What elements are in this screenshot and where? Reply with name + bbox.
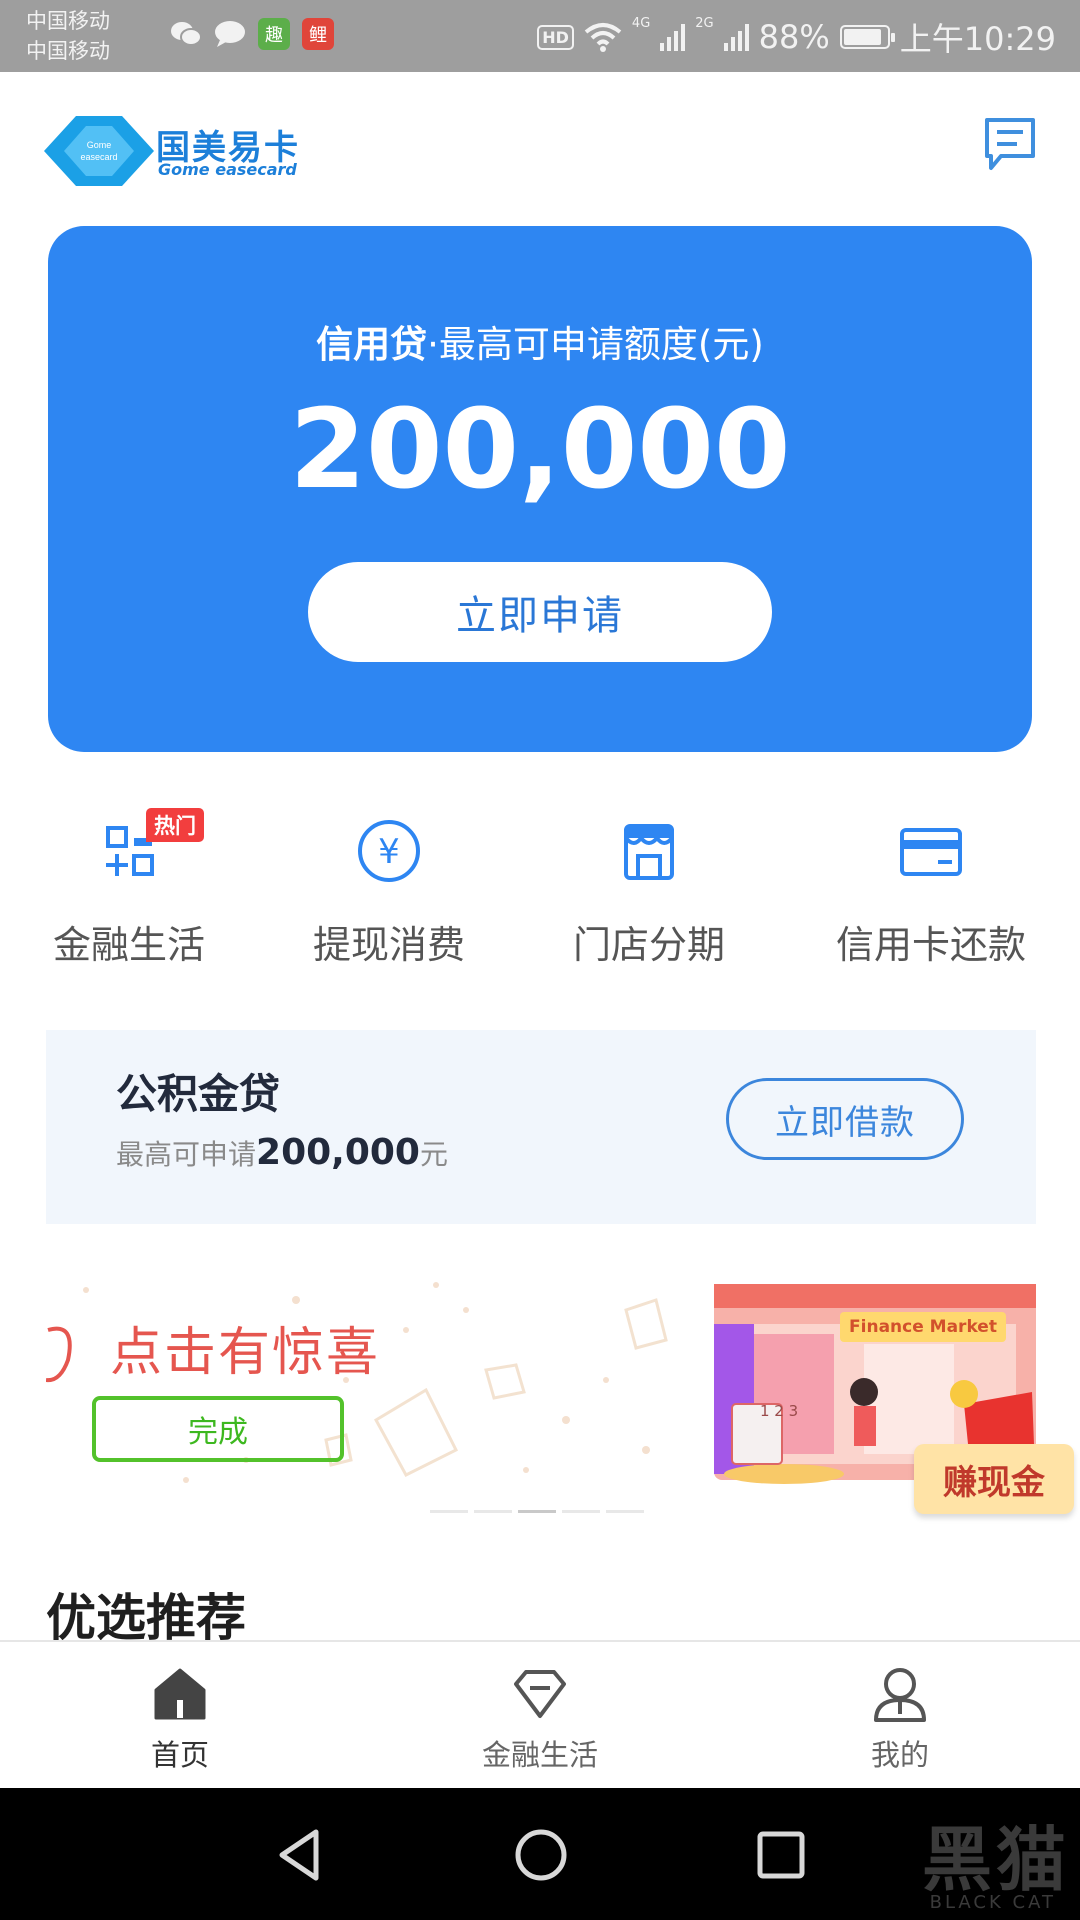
- fund-loan-limit-prefix: 最高可申请: [116, 1138, 257, 1171]
- home-icon: [150, 1664, 210, 1724]
- user-icon: [870, 1664, 930, 1724]
- fund-loan-limit-amount: 200,000: [256, 1132, 420, 1173]
- message-list-icon: [985, 118, 1035, 170]
- banner-dot: [474, 1510, 512, 1513]
- carrier-1: 中国移动: [26, 9, 110, 33]
- promo-banner[interactable]: 点击有惊喜 完成: [46, 1270, 686, 1500]
- banner-text: 点击有惊喜: [110, 1323, 381, 1383]
- wifi-icon: [584, 23, 622, 52]
- quick-menu-finance-life[interactable]: 热门 金融生活: [4, 808, 254, 969]
- recents-icon: [757, 1831, 805, 1879]
- credit-loan-card: 信用贷·最高可申请额度(元) 200,000 立即申请: [48, 226, 1032, 752]
- credit-loan-name: 信用贷: [316, 323, 428, 366]
- signal-icon-1: [660, 23, 686, 51]
- quick-menu-store-installment[interactable]: 门店分期: [524, 816, 774, 969]
- fund-loan-title: 公积金贷: [116, 1070, 280, 1118]
- banner-dot: [606, 1510, 644, 1513]
- battery-percent: 88%: [758, 18, 830, 56]
- watermark-logo: 黑猫: [922, 1819, 1070, 1901]
- tab-label: 金融生活: [481, 1738, 598, 1772]
- recents-button[interactable]: [746, 1820, 816, 1890]
- app-green-icon: 趣: [258, 18, 290, 50]
- status-right: HD 4G 2G 88% 上午10:29: [537, 14, 1056, 60]
- battery-icon: [839, 25, 895, 49]
- calculator-digits: 1 2 3: [760, 1402, 799, 1420]
- quick-menu-label: 金融生活: [52, 923, 205, 967]
- borrow-now-button[interactable]: 立即借款: [726, 1078, 964, 1160]
- banner-dot-active: [518, 1510, 556, 1513]
- banner-dot: [430, 1510, 468, 1513]
- notification-icons: 趣 鲤: [170, 18, 334, 50]
- svg-text:Gome: Gome: [87, 140, 112, 150]
- network-type-1: 4G: [631, 16, 651, 31]
- system-nav-bar: 黑猫 BLACK CAT: [0, 1788, 1080, 1920]
- diamond-icon: [510, 1664, 570, 1724]
- network-type-2: 2G: [695, 16, 714, 31]
- quick-menu-cash-withdrawal[interactable]: ¥ 提现消费: [264, 816, 514, 969]
- fund-loan-limit-unit: 元: [419, 1138, 448, 1171]
- logo-subtitle: Gome easecard: [158, 160, 297, 179]
- back-button[interactable]: [266, 1820, 336, 1890]
- credit-card-icon: [896, 816, 966, 886]
- banner-pagination: [430, 1510, 644, 1513]
- tab-label: 首页: [150, 1738, 209, 1772]
- quick-menu-label: 提现消费: [312, 923, 465, 967]
- grid-plus-icon: 热门: [94, 808, 204, 886]
- apply-now-button[interactable]: 立即申请: [308, 562, 772, 662]
- message-icon: [214, 18, 246, 50]
- hd-badge: HD: [537, 24, 574, 50]
- home-circle-icon: [515, 1829, 567, 1881]
- quick-menu-label: 信用卡还款: [835, 923, 1026, 967]
- logo-mark: Gome easecard: [44, 116, 154, 186]
- tab-home[interactable]: 首页: [80, 1664, 280, 1774]
- yuan-circle-icon: ¥: [354, 816, 424, 886]
- done-button[interactable]: 完成: [92, 1396, 344, 1462]
- battery-level: [843, 29, 881, 45]
- carrier-2: 中国移动: [26, 39, 110, 63]
- quick-menu-label: 门店分期: [572, 923, 725, 967]
- back-icon: [279, 1829, 319, 1881]
- banner-dot: [562, 1510, 600, 1513]
- watermark-subtitle: BLACK CAT: [929, 1892, 1056, 1913]
- message-list-button[interactable]: [983, 116, 1037, 172]
- banner-decoration: [46, 1282, 668, 1483]
- status-bar: 中国移动 中国移动 趣 鲤 HD 4G 2G 88% 上午10:29: [0, 0, 1080, 72]
- store-icon: [614, 816, 684, 886]
- svg-text:easecard: easecard: [80, 152, 117, 162]
- signal-icon-2: [723, 23, 749, 51]
- credit-loan-amount: 200,000: [289, 385, 791, 513]
- tab-finance-life[interactable]: 金融生活: [440, 1664, 640, 1774]
- home-button[interactable]: [506, 1820, 576, 1890]
- clock: 上午10:29: [899, 20, 1056, 58]
- bottom-tab-bar: 首页 金融生活 我的: [0, 1640, 1080, 1788]
- tab-label: 我的: [870, 1738, 929, 1772]
- earn-cash-label: 赚现金: [914, 1444, 1074, 1514]
- credit-loan-title: 信用贷·最高可申请额度(元): [48, 314, 1032, 368]
- credit-loan-limit-label: ·最高可申请额度(元): [427, 323, 764, 366]
- fund-loan-card: 公积金贷 最高可申请200,000元 立即借款: [46, 1030, 1036, 1224]
- svg-text:¥: ¥: [378, 832, 400, 872]
- tab-mine[interactable]: 我的: [800, 1664, 1000, 1774]
- carrier-info: 中国移动 中国移动: [26, 6, 110, 66]
- wechat-icon: [170, 18, 202, 50]
- fund-loan-limit: 最高可申请200,000元: [116, 1132, 448, 1173]
- app-red-icon: 鲤: [302, 18, 334, 50]
- finance-market-label: Finance Market: [840, 1312, 1006, 1342]
- hot-badge: 热门: [146, 808, 204, 842]
- quick-menu-card-repayment[interactable]: 信用卡还款: [806, 816, 1056, 969]
- finance-market-banner[interactable]: 1 2 3 Finance Market 赚现金: [714, 1284, 1080, 1514]
